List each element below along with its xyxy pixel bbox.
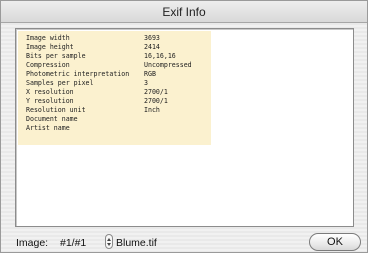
stepper-up-icon[interactable] (107, 238, 111, 241)
image-label: Image: (16, 237, 49, 249)
exif-key: Bits per sample (26, 52, 86, 60)
exif-value: Inch (144, 106, 160, 114)
exif-value: RGB (144, 70, 156, 78)
exif-key: Image height (26, 43, 74, 51)
window-title: Exif Info (162, 5, 206, 19)
exif-value: 2700/1 (144, 88, 168, 96)
exif-value: Uncompressed (144, 61, 192, 69)
exif-key: Artist name (26, 124, 70, 132)
exif-value: 2414 (144, 43, 160, 51)
exif-value: 3693 (144, 34, 160, 42)
exif-key: Photometric interpretation (26, 70, 130, 78)
image-index: #1/#1 (60, 237, 87, 249)
exif-key: Y resolution (26, 97, 74, 105)
exif-list-panel[interactable]: Image width 3693 Image height 2414 Bits … (15, 28, 354, 227)
file-name: Blume.tif (116, 237, 157, 249)
exif-key: Resolution unit (26, 106, 86, 114)
exif-key: X resolution (26, 88, 74, 96)
ok-button[interactable]: OK (309, 233, 361, 251)
exif-info-window: Exif Info Image width 3693 Image height … (0, 0, 368, 253)
title-bar[interactable]: Exif Info (1, 1, 367, 23)
exif-value: 2700/1 (144, 97, 168, 105)
exif-table: Image width 3693 Image height 2414 Bits … (18, 31, 211, 145)
exif-key: Compression (26, 61, 70, 69)
stepper-down-icon[interactable] (107, 243, 111, 246)
exif-key: Document name (26, 115, 78, 123)
exif-key: Image width (26, 34, 70, 42)
exif-key: Samples per pixel (26, 79, 94, 87)
image-stepper[interactable] (105, 234, 113, 249)
exif-value: 3 (144, 79, 148, 87)
exif-value: 16,16,16 (144, 52, 176, 60)
